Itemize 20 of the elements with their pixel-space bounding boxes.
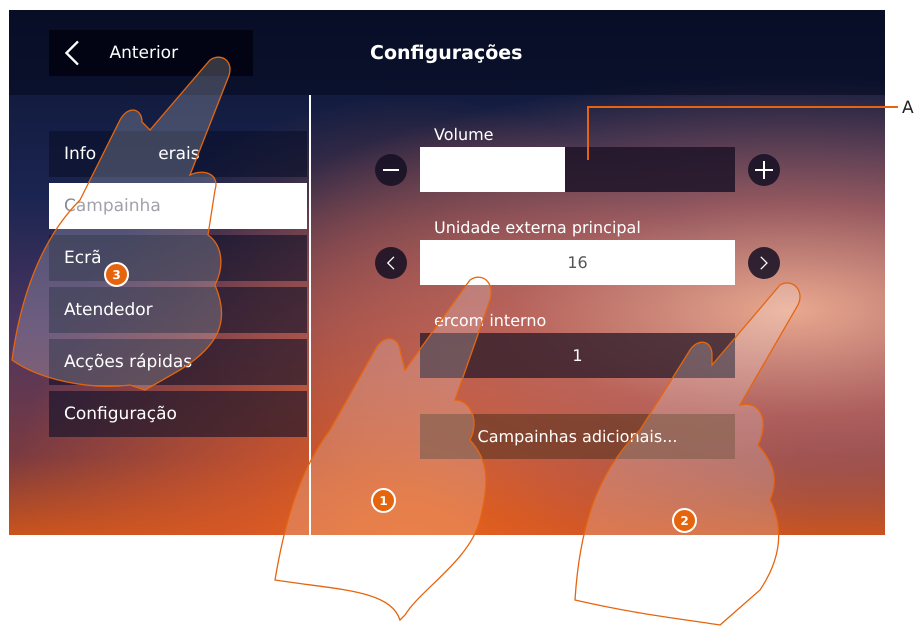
minus-icon xyxy=(383,168,399,170)
back-button[interactable]: Anterior xyxy=(49,30,253,76)
next-button[interactable] xyxy=(748,246,780,278)
external-unit-label: Unidade externa principal xyxy=(434,218,642,239)
additional-ringtones-button[interactable]: Campainhas adicionais... xyxy=(420,414,735,459)
decrease-button[interactable] xyxy=(375,154,407,186)
plus-icon xyxy=(755,160,773,178)
menu-item[interactable]: Configuração xyxy=(49,391,307,437)
back-chevron-icon xyxy=(65,40,80,66)
screen-title: Configurações xyxy=(370,42,522,64)
previous-button[interactable] xyxy=(375,246,407,278)
increase-button[interactable] xyxy=(748,154,780,186)
right-chevron-icon xyxy=(760,256,768,270)
intercom-value: 1 xyxy=(420,333,735,378)
external-unit-value: 16 xyxy=(420,240,735,285)
left-chevron-icon xyxy=(387,256,395,270)
menu-item[interactable]: Acções rápidas xyxy=(49,339,307,385)
volume-label: Volume xyxy=(434,125,495,146)
callout-label: A xyxy=(902,98,914,118)
volume-slider[interactable] xyxy=(420,147,735,192)
